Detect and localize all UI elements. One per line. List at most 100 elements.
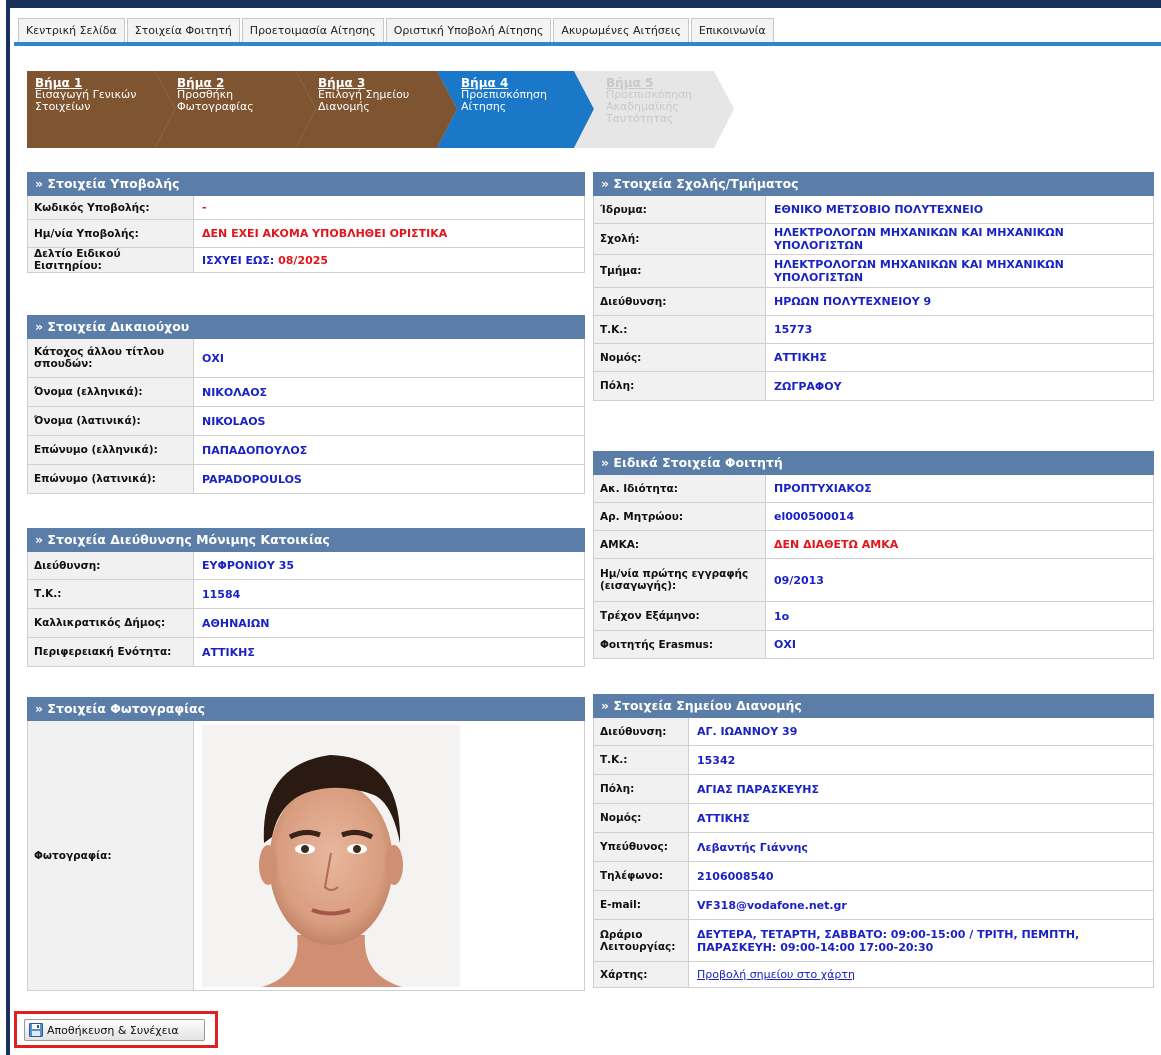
school-row-zip: Τ.Κ.: 15773: [593, 316, 1154, 344]
registry-number-label: Αρ. Μητρώου:: [594, 503, 766, 530]
photo-row: Φωτογραφία:: [27, 721, 585, 991]
registry-number-value: el000500014: [774, 510, 855, 523]
school-panel: » Στοιχεία Σχολής/Τμήματος Ίδρυμα: ΕΘΝΙΚ…: [593, 172, 1154, 401]
delivery-prefecture-label: Νομός:: [594, 804, 689, 832]
delivery-panel: » Στοιχεία Σημείου Διανομής Διεύθυνση: Α…: [593, 694, 1154, 988]
surname-lat-label: Επώνυμο (λατινικά):: [28, 465, 194, 493]
submission-code-label: Κωδικός Υποβολής:: [28, 196, 194, 219]
school-zip-value: 15773: [774, 323, 813, 336]
school-city-value: ΖΩΓΡΑΦΟΥ: [774, 379, 842, 393]
academic-status-label: Ακ. Ιδιότητα:: [594, 475, 766, 502]
tab-contact[interactable]: Επικοινωνία: [690, 18, 774, 42]
school-row-department: Τμήμα: ΗΛΕΚΤΡΟΛΟΓΩΝ ΜΗΧΑΝΙΚΩΝ ΚΑΙ ΜΗΧΑΝΙ…: [593, 255, 1154, 288]
delivery-row-city: Πόλη: ΑΓΙΑΣ ΠΑΡΑΣΚΕΥΗΣ: [593, 775, 1154, 804]
wizard-step-3-label: Επιλογή Σημείου Διανομής: [318, 88, 410, 113]
photo-label: Φωτογραφία:: [28, 721, 194, 990]
delivery-phone-label: Τηλέφωνο:: [594, 862, 689, 890]
school-city-label: Πόλη:: [594, 372, 766, 400]
student-photo: [202, 724, 460, 987]
delivery-row-address: Διεύθυνση: ΑΓ. ΙΩΑΝΝΟΥ 39: [593, 718, 1154, 746]
residence-row-municipality: Καλλικρατικός Δήμος: ΑΘΗΝΑΙΩΝ: [27, 609, 585, 638]
school-panel-title: » Στοιχεία Σχολής/Τμήματος: [593, 172, 1154, 196]
submission-row-ticket: Δελτίο Ειδικού Εισιτηρίου: ΙΣΧΥΕΙ ΕΩΣ: 0…: [27, 248, 585, 273]
delivery-row-map: Χάρτης: Προβολή σημείου στο χάρτη: [593, 962, 1154, 988]
residence-row-address: Διεύθυνση: ΕΥΦΡΟΝΙΟΥ 35: [27, 552, 585, 580]
residence-panel: » Στοιχεία Διεύθυνσης Μόνιμης Κατοικίας …: [27, 528, 585, 667]
school-address-value: ΗΡΩΩΝ ΠΟΛΥΤΕΧΝΕΙΟΥ 9: [774, 295, 932, 308]
residence-row-zip: Τ.Κ.: 11584: [27, 580, 585, 609]
residence-panel-title: » Στοιχεία Διεύθυνσης Μόνιμης Κατοικίας: [27, 528, 585, 552]
school-prefecture-value: ΑΤΤΙΚΗΣ: [774, 351, 827, 364]
tab-student-info[interactable]: Στοιχεία Φοιτητή: [126, 18, 240, 42]
special-panel-title: » Ειδικά Στοιχεία Φοιτητή: [593, 451, 1154, 475]
submission-date-value: ΔΕΝ ΕΧΕΙ ΑΚΟΜΑ ΥΠΟΒΛΗΘΕΙ ΟΡΙΣΤΙΚΑ: [202, 227, 448, 240]
delivery-manager-label: Υπεύθυνος:: [594, 833, 689, 861]
delivery-row-email: E-mail: VF318@vodafone.net.gr: [593, 891, 1154, 920]
delivery-email-label: E-mail:: [594, 891, 689, 919]
submission-ticket-label: Δελτίο Ειδικού Εισιτηρίου:: [28, 248, 194, 272]
save-and-continue-button[interactable]: Αποθήκευση & Συνέχεια: [24, 1019, 205, 1041]
delivery-manager-value: Λεβαντής Γιάννης: [697, 840, 808, 854]
photo-panel: » Στοιχεία Φωτογραφίας Φωτογραφία:: [27, 697, 585, 991]
erasmus-value: ΟΧΙ: [774, 638, 796, 651]
residence-zip-label: Τ.Κ.:: [28, 580, 194, 608]
beneficiary-panel-title: » Στοιχεία Δικαιούχου: [27, 315, 585, 339]
first-registration-value: 09/2013: [774, 573, 824, 587]
beneficiary-row-surname-gr: Επώνυμο (ελληνικά): ΠΑΠΑΔΟΠΟΥΛΟΣ: [27, 436, 585, 465]
school-value: ΗΛΕΚΤΡΟΛΟΓΩΝ ΜΗΧΑΝΙΚΩΝ ΚΑΙ ΜΗΧΑΝΙΚΩΝ ΥΠΟ…: [774, 226, 1064, 252]
beneficiary-panel: » Στοιχεία Δικαιούχου Κάτοχος άλλου τίτλ…: [27, 315, 585, 494]
submission-code-value: -: [202, 201, 207, 214]
semester-value: 1ο: [774, 609, 790, 623]
submission-panel: » Στοιχεία Υποβολής Κωδικός Υποβολής: - …: [27, 172, 585, 273]
surname-gr-value: ΠΑΠΑΔΟΠΟΥΛΟΣ: [202, 443, 308, 457]
erasmus-label: Φοιτητής Erasmus:: [594, 631, 766, 658]
delivery-email-value: VF318@vodafone.net.gr: [697, 898, 847, 912]
tab-home[interactable]: Κεντρική Σελίδα: [18, 18, 125, 42]
tab-cancelled-applications[interactable]: Ακυρωμένες Αιτήσεις: [553, 18, 689, 42]
residence-zip-value: 11584: [202, 587, 241, 601]
delivery-map-label: Χάρτης:: [594, 962, 689, 987]
special-row-registry: Αρ. Μητρώου: el000500014: [593, 503, 1154, 531]
delivery-phone-value: 2106008540: [697, 869, 774, 883]
school-prefecture-label: Νομός:: [594, 344, 766, 371]
name-lat-label: Όνομα (λατινικά):: [28, 407, 194, 435]
amka-label: ΑΜΚΑ:: [594, 531, 766, 558]
delivery-prefecture-value: ΑΤΤΙΚΗΣ: [697, 811, 750, 825]
submission-date-label: Ημ/νία Υποβολής:: [28, 220, 194, 247]
special-row-amka: ΑΜΚΑ: ΔΕΝ ΔΙΑΘΕΤΩ ΑΜΚΑ: [593, 531, 1154, 559]
school-row-prefecture: Νομός: ΑΤΤΙΚΗΣ: [593, 344, 1154, 372]
surname-lat-value: PAPADOPOULOS: [202, 472, 302, 486]
wizard-step-2[interactable]: Βήμα 2 Προσθήκη Φωτογραφίας: [155, 71, 316, 148]
residence-row-region: Περιφερειακή Ενότητα: ΑΤΤΙΚΗΣ: [27, 638, 585, 667]
school-row-institution: Ίδρυμα: ΕΘΝΙΚΟ ΜΕΤΣΟΒΙΟ ΠΟΛΥΤΕΧΝΕΙΟ: [593, 196, 1154, 224]
wizard-step-5-label: Προεπισκόπηση Ακαδημαϊκής Ταυτότητας: [606, 88, 692, 125]
view-on-map-link[interactable]: Προβολή σημείου στο χάρτη: [697, 968, 855, 981]
school-address-label: Διεύθυνση:: [594, 288, 766, 315]
floppy-disk-icon: [29, 1023, 43, 1037]
school-row-address: Διεύθυνση: ΗΡΩΩΝ ΠΟΛΥΤΕΧΝΕΙΟΥ 9: [593, 288, 1154, 316]
delivery-address-label: Διεύθυνση:: [594, 718, 689, 745]
wizard-step-1[interactable]: Βήμα 1 Εισαγωγή Γενικών Στοιχείων: [27, 71, 175, 148]
delivery-row-phone: Τηλέφωνο: 2106008540: [593, 862, 1154, 891]
submission-panel-title: » Στοιχεία Υποβολής: [27, 172, 585, 196]
wizard-step-4[interactable]: Βήμα 4 Προεπισκόπηση Αίτησης: [437, 71, 594, 148]
department-value: ΗΛΕΚΤΡΟΛΟΓΩΝ ΜΗΧΑΝΙΚΩΝ ΚΑΙ ΜΗΧΑΝΙΚΩΝ ΥΠΟ…: [774, 258, 1064, 284]
delivery-city-value: ΑΓΙΑΣ ΠΑΡΑΣΚΕΥΗΣ: [697, 782, 820, 796]
photo-panel-title: » Στοιχεία Φωτογραφίας: [27, 697, 585, 721]
beneficiary-row-other-degree: Κάτοχος άλλου τίτλου σπουδών: ΟΧΙ: [27, 339, 585, 378]
delivery-hours-label: Ωράριο Λειτουργίας:: [594, 920, 689, 961]
delivery-panel-title: » Στοιχεία Σημείου Διανομής: [593, 694, 1154, 718]
institution-value: ΕΘΝΙΚΟ ΜΕΤΣΟΒΙΟ ΠΟΛΥΤΕΧΝΕΙΟ: [774, 203, 984, 216]
special-row-first-registration: Ημ/νία πρώτης εγγραφής (εισαγωγής): 09/2…: [593, 559, 1154, 602]
tab-application-prep[interactable]: Προετοιμασία Αίτησης: [241, 18, 384, 42]
delivery-address-value: ΑΓ. ΙΩΑΝΝΟΥ 39: [697, 725, 798, 738]
delivery-row-prefecture: Νομός: ΑΤΤΙΚΗΣ: [593, 804, 1154, 833]
tab-final-submission[interactable]: Οριστική Υποβολή Αίτησης: [385, 18, 552, 42]
delivery-city-label: Πόλη:: [594, 775, 689, 803]
submission-ticket-value: ΙΣΧΥΕΙ ΕΩΣ: 08/2025: [194, 248, 584, 272]
main-nav-tabs: Κεντρική Σελίδα Στοιχεία Φοιτητή Προετοι…: [18, 18, 776, 42]
wizard-step-3[interactable]: Βήμα 3 Επιλογή Σημείου Διανομής: [296, 71, 457, 148]
department-label: Τμήμα:: [594, 255, 766, 287]
residence-region-label: Περιφερειακή Ενότητα:: [28, 638, 194, 666]
residence-municipality-label: Καλλικρατικός Δήμος:: [28, 609, 194, 637]
